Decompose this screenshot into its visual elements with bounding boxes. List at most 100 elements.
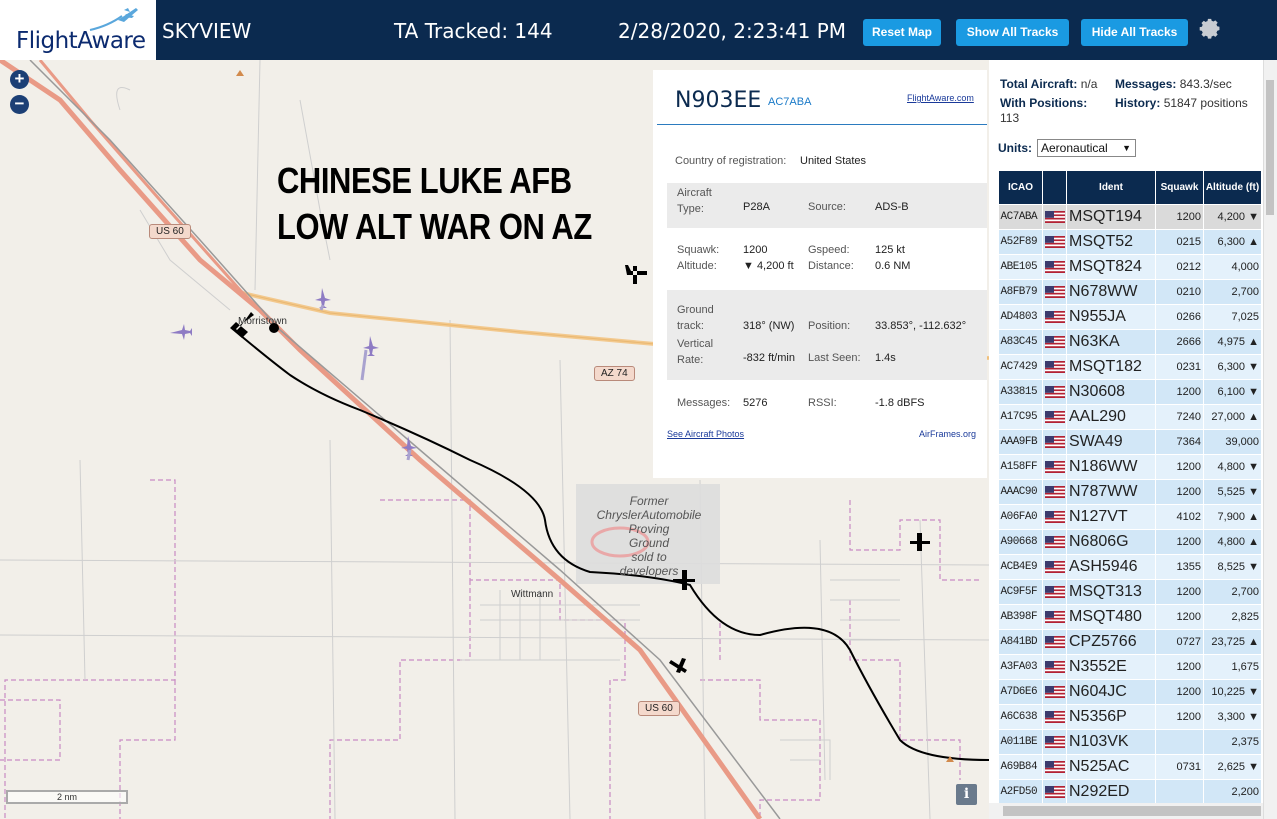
table-row[interactable]: AC7429 MSQT182 0231 6,300 ▼ (998, 354, 1262, 380)
col-header-flag[interactable] (1042, 170, 1067, 205)
ident-cell: MSQT480 (1066, 604, 1156, 630)
table-row[interactable]: A841BD CPZ5766 0727 23,725 ▲ (998, 629, 1262, 655)
table-row[interactable]: A3FA03 N3552E 1200 1,675 (998, 654, 1262, 680)
messages-value: 843.3/sec (1179, 77, 1232, 91)
altitude-cell: 2,700 (1203, 279, 1262, 305)
flag-cell (1042, 629, 1067, 655)
table-row[interactable]: A011BE N103VK 2,375 (998, 729, 1262, 755)
history-value: 51847 positions (1163, 96, 1248, 110)
altitude-cell: 6,300 ▼ (1203, 354, 1262, 380)
units-select[interactable]: Aeronautical ▼ (1037, 139, 1136, 157)
hide-all-tracks-button[interactable]: Hide All Tracks (1081, 19, 1188, 46)
track-value: 318° (NW) (743, 320, 795, 332)
col-header-icao[interactable]: ICAO (998, 170, 1043, 205)
altitude-cell: 27,000 ▲ (1203, 404, 1262, 430)
airframes-link[interactable]: AirFrames.org (919, 429, 976, 439)
source-value: ADS-B (875, 201, 909, 213)
ident-cell: N186WW (1066, 454, 1156, 480)
table-row[interactable]: A17C95 AAL290 7240 27,000 ▲ (998, 404, 1262, 430)
table-row[interactable]: A69B84 N525AC 0731 2,625 ▼ (998, 754, 1262, 780)
flightaware-logo[interactable]: FlightAware (0, 0, 156, 60)
road-shield-az74: AZ 74 (594, 366, 635, 381)
icao-cell: A33815 (998, 379, 1043, 405)
squawk-cell: 1200 (1155, 529, 1204, 555)
squawk-cell: 0731 (1155, 754, 1204, 780)
pg-line: Former (629, 494, 669, 508)
table-row[interactable]: A6C638 N5356P 1200 3,300 ▼ (998, 704, 1262, 730)
table-row[interactable]: AAAC90 N787WW 1200 5,525 ▼ (998, 479, 1262, 505)
app-title: SKYVIEW (162, 19, 252, 43)
info-button[interactable]: i (956, 784, 977, 805)
altitude-cell: 7,900 ▲ (1203, 504, 1262, 530)
flag-cell (1042, 254, 1067, 280)
proving-ground-label: Former ChryslerAutomobile Proving Ground… (582, 494, 716, 578)
flag-cell (1042, 679, 1067, 705)
table-row[interactable]: AC9F5F MSQT313 1200 2,700 (998, 579, 1262, 605)
altitude-cell: 1,675 (1203, 654, 1262, 680)
table-row[interactable]: AD4803 N955JA 0266 7,025 (998, 304, 1262, 330)
overlay-line-1: CHINESE LUKE AFB (277, 160, 572, 201)
detail-registration: N903EE (675, 88, 762, 113)
icao-cell: A06FA0 (998, 504, 1043, 530)
icao-cell: A841BD (998, 629, 1043, 655)
vrate-label: Vertical Rate: (677, 336, 713, 368)
table-row[interactable]: A158FF N186WW 1200 4,800 ▼ (998, 454, 1262, 480)
table-row[interactable]: A7D6E6 N604JC 1200 10,225 ▼ (998, 679, 1262, 705)
table-row[interactable]: AC7ABA MSQT194 1200 4,200 ▼ (998, 204, 1262, 230)
col-header-squawk[interactable]: Squawk (1155, 170, 1204, 205)
skyview-app: FlightAware SKYVIEW TA Tracked: 144 2/28… (0, 0, 1277, 819)
squawk-cell: 7364 (1155, 429, 1204, 455)
table-row[interactable]: AB398F MSQT480 1200 2,825 (998, 604, 1262, 630)
history-label: History: (1115, 96, 1161, 110)
us-flag-icon (1044, 211, 1065, 224)
altitude-cell: 2,700 (1203, 579, 1262, 605)
flag-cell (1042, 729, 1067, 755)
flightaware-link[interactable]: FlightAware.com (907, 93, 974, 103)
units-label: Units: (998, 141, 1032, 155)
withpos-value: 113 (1000, 111, 1020, 125)
table-row[interactable]: AAA9FB SWA49 7364 39,000 (998, 429, 1262, 455)
flag-cell (1042, 529, 1067, 555)
altitude-cell: 7,025 (1203, 304, 1262, 330)
ident-cell: MSQT313 (1066, 579, 1156, 605)
us-flag-icon (1044, 636, 1065, 649)
gear-icon[interactable] (1198, 17, 1222, 41)
road-shield-us60: US 60 (149, 224, 191, 239)
aircraft-photos-link[interactable]: See Aircraft Photos (667, 429, 744, 439)
col-header-ident[interactable]: Ident (1066, 170, 1156, 205)
flag-cell (1042, 754, 1067, 780)
horizontal-scrollbar-thumb[interactable] (1003, 806, 1261, 816)
table-row[interactable]: A83C45 N63KA 2666 4,975 ▲ (998, 329, 1262, 355)
us-flag-icon (1044, 386, 1065, 399)
table-row[interactable]: A8FB79 N678WW 0210 2,700 (998, 279, 1262, 305)
table-row[interactable]: ACB4E9 ASH5946 1355 8,525 ▼ (998, 554, 1262, 580)
show-all-tracks-button[interactable]: Show All Tracks (956, 19, 1069, 46)
ident-cell: N5356P (1066, 704, 1156, 730)
table-row[interactable]: A90668 N6806G 1200 4,800 ▲ (998, 529, 1262, 555)
col-header-altitude[interactable]: Altitude (ft) (1203, 170, 1262, 205)
ident-cell: N127VT (1066, 504, 1156, 530)
icao-cell: AC7ABA (998, 204, 1043, 230)
squawk-cell: 0727 (1155, 629, 1204, 655)
zoom-in-button[interactable]: + (10, 70, 29, 89)
flag-cell (1042, 654, 1067, 680)
table-row[interactable]: ABE105 MSQT824 0212 4,000 (998, 254, 1262, 280)
aircraft-type-label-line: Type: (677, 203, 704, 215)
us-flag-icon (1044, 786, 1065, 799)
ident-cell: N678WW (1066, 279, 1156, 305)
page-scrollbar-thumb[interactable] (1266, 80, 1274, 215)
ident-cell: N30608 (1066, 379, 1156, 405)
icao-cell: A90668 (998, 529, 1043, 555)
reset-map-button[interactable]: Reset Map (863, 19, 941, 46)
us-flag-icon (1044, 561, 1065, 574)
squawk-cell: 1200 (1155, 654, 1204, 680)
table-row[interactable]: A33815 N30608 1200 6,100 ▼ (998, 379, 1262, 405)
table-row[interactable]: A06FA0 N127VT 4102 7,900 ▲ (998, 504, 1262, 530)
zoom-out-button[interactable]: − (10, 95, 29, 114)
squawk-cell: 2666 (1155, 329, 1204, 355)
vrate-label-line: Vertical (677, 338, 714, 350)
table-row[interactable]: A52F89 MSQT52 0215 6,300 ▲ (998, 229, 1262, 255)
icao-cell: A52F89 (998, 229, 1043, 255)
total-value: n/a (1080, 77, 1098, 91)
table-row[interactable]: A2FD50 N292ED 2,200 (998, 779, 1262, 805)
